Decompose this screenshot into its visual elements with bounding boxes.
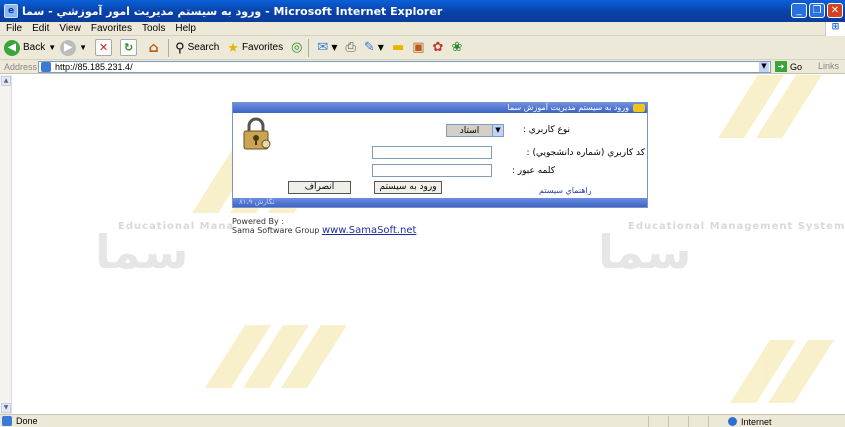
title-bar: e ورود به سیستم مدیریت امور آموزشي - سما… — [0, 0, 845, 22]
window-controls: _ ❐ ✕ — [791, 3, 843, 18]
status-cell — [708, 416, 726, 427]
security-zone[interactable]: Internet — [728, 416, 772, 427]
folder-icon[interactable]: ▬ — [392, 40, 404, 55]
site-link[interactable]: www.SamaSoft.net — [322, 225, 416, 236]
user-type-select[interactable]: استاد ▼ — [446, 124, 504, 137]
panel-header-icon — [633, 104, 645, 112]
restore-button[interactable]: ❐ — [809, 3, 825, 18]
toolbar: ◀ Back ▼ ▶ ▼ ✕ ↻ ⌂ ⚲ Search ★ Favorites … — [0, 36, 845, 60]
msn-icon[interactable]: ❀ — [451, 40, 462, 55]
messenger-icon[interactable]: ✿ — [433, 40, 444, 55]
favorites-label: Favorites — [241, 42, 284, 53]
menu-bar: File Edit View Favorites Tools Help ⊞ — [0, 22, 845, 36]
password-input[interactable] — [372, 164, 492, 177]
globe-icon — [728, 417, 737, 426]
address-dropdown-icon[interactable]: ▼ — [759, 62, 769, 72]
address-url: http://85.185.231.4/ — [55, 62, 133, 72]
page-done-icon — [2, 416, 12, 426]
lock-key-icon — [243, 117, 271, 150]
menu-help[interactable]: Help — [175, 23, 196, 34]
home-button-icon[interactable]: ⌂ — [145, 39, 162, 56]
forward-dropdown-icon[interactable]: ▼ — [79, 43, 87, 52]
edit-dropdown-icon[interactable]: ▼ — [378, 43, 384, 52]
version-label: نگارش ۸۱،۹ — [239, 198, 275, 206]
menu-tools[interactable]: Tools — [142, 23, 165, 34]
password-label: كلمه عبور : — [511, 166, 555, 176]
stop-button-icon[interactable]: ✕ — [95, 39, 113, 56]
back-dropdown-icon[interactable]: ▼ — [48, 43, 56, 52]
back-arrow-icon: ◀ — [4, 39, 20, 56]
login-panel: ورود به سيستم مديريت آموزش سما نوع کاربر… — [232, 102, 648, 208]
address-input[interactable]: http://85.185.231.4/ ▼ — [38, 61, 771, 73]
toolbar-separator — [308, 38, 310, 57]
status-cell — [688, 416, 708, 427]
address-label: Address — [4, 61, 38, 72]
status-bar: Done Internet — [0, 414, 845, 427]
login-panel-title: ورود به سيستم مديريت آموزش سما — [507, 103, 629, 112]
windows-logo-icon: ⊞ — [825, 22, 845, 36]
help-link[interactable]: راهنماي سيستم — [539, 186, 592, 195]
close-button[interactable]: ✕ — [827, 3, 843, 18]
forward-button[interactable]: ▶ ▼ — [60, 39, 87, 56]
mail-dropdown-icon[interactable]: ▼ — [331, 43, 337, 52]
company-name: Sama Software Group — [232, 226, 320, 235]
vertical-scrollbar[interactable]: ▲ ▼ — [0, 75, 12, 414]
back-label: Back — [23, 42, 46, 53]
minimize-button[interactable]: _ — [791, 3, 807, 18]
watermark-left-logo: سما — [95, 225, 189, 279]
page-content: ▲ ▼ Educational Mana سما Educational Man… — [0, 75, 845, 414]
user-code-input[interactable] — [372, 146, 492, 159]
favorites-star-icon: ★ — [227, 39, 239, 55]
search-label: Search — [187, 42, 220, 53]
chevron-down-icon: ▼ — [492, 125, 503, 136]
search-button[interactable]: ⚲ Search — [173, 40, 219, 56]
cancel-button[interactable]: انصراف — [288, 181, 351, 194]
toolbar-separator — [168, 38, 170, 57]
go-arrow-icon: ➜ — [775, 61, 787, 72]
scroll-up-icon[interactable]: ▲ — [1, 76, 11, 86]
menu-edit[interactable]: Edit — [32, 23, 49, 34]
mail-icon[interactable]: ✉ — [317, 40, 328, 55]
address-bar: Address http://85.185.231.4/ ▼ ➜ Go Link… — [0, 60, 845, 74]
user-type-label: نوع کاربري : — [522, 125, 570, 135]
menu-favorites[interactable]: Favorites — [91, 23, 132, 34]
status-text: Done — [16, 416, 38, 426]
forward-arrow-icon: ▶ — [60, 39, 77, 56]
go-button[interactable]: ➜ Go — [775, 61, 802, 72]
status-cell — [668, 416, 688, 427]
zone-text: Internet — [741, 416, 772, 427]
window-title: ورود به سیستم مدیریت امور آموزشي - سما -… — [22, 4, 443, 18]
print-icon[interactable]: ⎙ — [345, 40, 355, 55]
edit-icon[interactable]: ✎ — [364, 40, 375, 55]
login-button[interactable]: ورود به سيستم — [374, 181, 442, 194]
menu-file[interactable]: File — [6, 23, 22, 34]
login-panel-footer: نگارش ۸۱،۹ — [233, 198, 647, 207]
links-button[interactable]: Links — [818, 61, 839, 71]
refresh-button-icon[interactable]: ↻ — [120, 39, 138, 56]
search-icon: ⚲ — [175, 39, 185, 55]
login-panel-header: ورود به سيستم مديريت آموزش سما — [233, 103, 647, 113]
menu-view[interactable]: View — [59, 23, 81, 34]
research-icon[interactable]: ▣ — [412, 40, 424, 55]
user-code-label: کد کاربري (شماره دانشجويي) : — [526, 148, 645, 158]
user-type-value: استاد — [459, 125, 480, 136]
back-button[interactable]: ◀ Back ▼ — [4, 39, 56, 56]
scroll-down-icon[interactable]: ▼ — [1, 403, 11, 413]
page-icon — [41, 62, 51, 72]
watermark-right-logo: سما — [598, 225, 692, 279]
media-icon[interactable]: ◎ — [291, 40, 302, 55]
status-cell — [648, 416, 668, 427]
favorites-button[interactable]: ★ Favorites — [223, 40, 283, 56]
go-label: Go — [790, 61, 803, 72]
ie-icon[interactable]: e — [4, 4, 18, 18]
powered-by-block: Powered By : Sama Software Group www.Sam… — [232, 217, 416, 236]
